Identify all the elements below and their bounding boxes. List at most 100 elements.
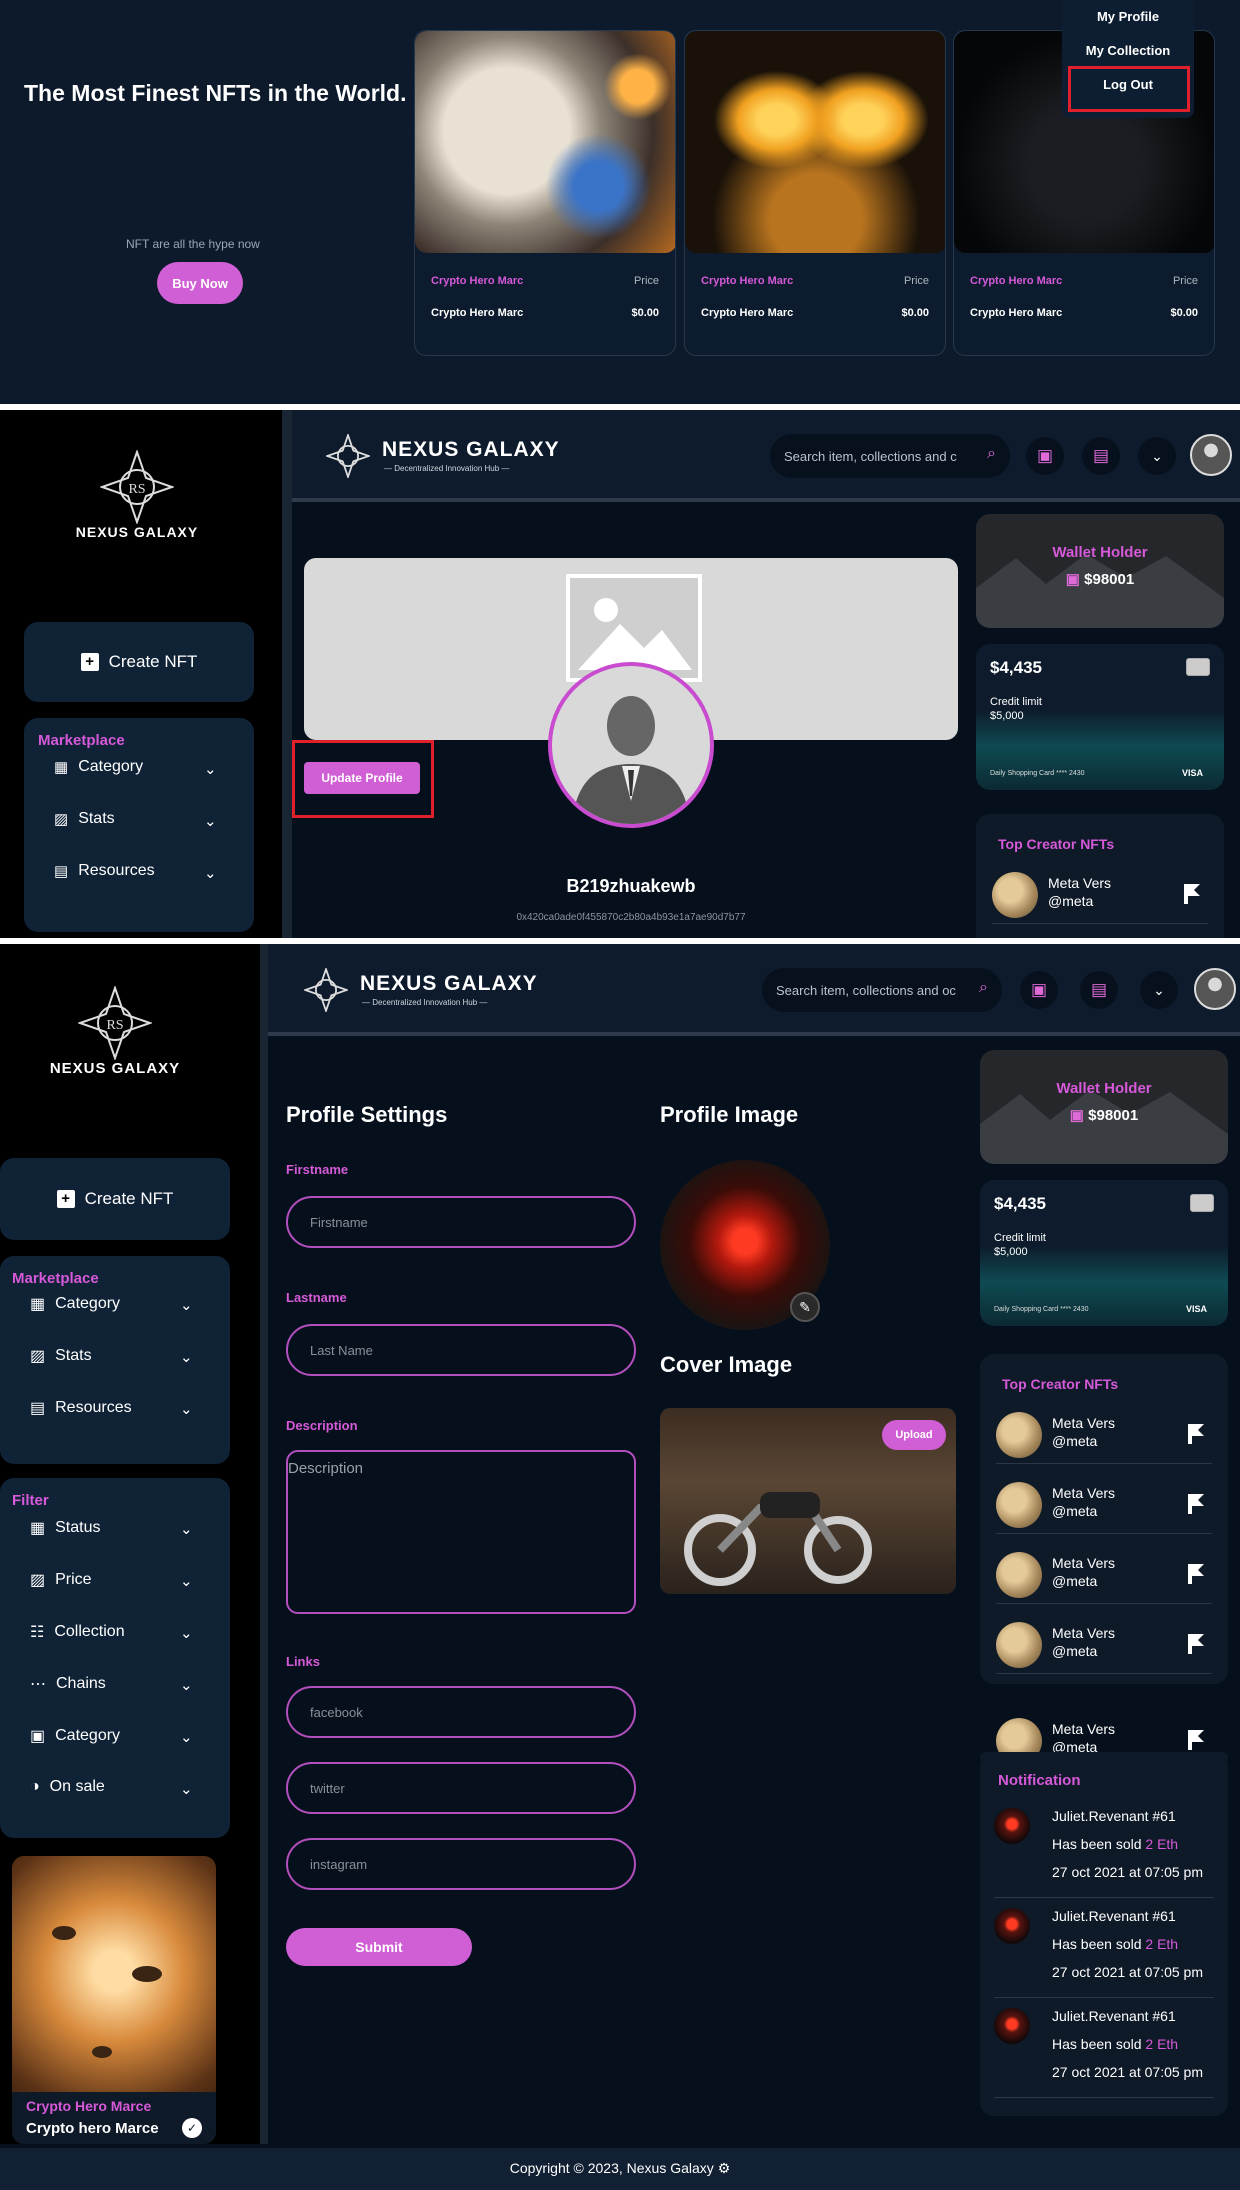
wallet-amount: ▣ $98001 <box>1065 571 1135 588</box>
creator-row[interactable]: Meta Vers @meta <box>996 1538 1212 1604</box>
chevron-down-icon[interactable]: ⌄ <box>204 760 217 778</box>
bookmark-icon[interactable] <box>1186 1492 1206 1514</box>
notification-avatar <box>994 1808 1030 1844</box>
chevron-down-icon[interactable]: ⌄ <box>180 1296 193 1314</box>
menu-my-collection[interactable]: My Collection <box>1062 43 1194 58</box>
instagram-field[interactable]: instagram <box>286 1838 636 1890</box>
create-nft-button[interactable]: + Create NFT <box>24 622 254 702</box>
card-balance: $4,435 <box>990 658 1042 677</box>
chevron-down-icon[interactable]: ⌄ <box>204 812 217 830</box>
twitter-field[interactable]: twitter <box>286 1762 636 1814</box>
sidebar-item-resources[interactable]: ▤ Resources <box>54 862 155 880</box>
chevron-down-icon[interactable]: ⌄ <box>204 864 217 882</box>
chart-icon: ▨ <box>54 811 69 828</box>
settings-panel: RS NEXUS GALAXY + Create NFT Marketplace… <box>0 944 1240 2190</box>
creator-row[interactable]: Meta Vers @meta <box>996 1398 1212 1464</box>
chevron-down-icon[interactable]: ⌄ <box>180 1676 193 1694</box>
search-input[interactable]: Search item, collections and oc ⌕ <box>762 968 1002 1012</box>
wallet-title: Wallet Holder <box>1052 544 1148 561</box>
nexus-logo-icon: RS <box>78 986 152 1060</box>
bookmark-icon[interactable] <box>1186 1728 1206 1750</box>
bag-icon: ▣ <box>30 1728 46 1745</box>
wallet-icon: ▣ <box>1065 571 1085 588</box>
sidebar-item-category[interactable]: ▦ Category <box>30 1294 120 1314</box>
hero-title: The Most Finest NFTs in the World. <box>24 80 407 106</box>
ticket-icon[interactable]: ▣ <box>1026 437 1064 475</box>
upload-button[interactable]: Upload <box>882 1420 946 1450</box>
avatar[interactable] <box>1190 434 1232 476</box>
filter-title: Filter <box>12 1492 49 1509</box>
submit-button[interactable]: Submit <box>286 1928 472 1966</box>
settings-icon[interactable]: ⚙ <box>718 2160 731 2176</box>
bookmark-icon[interactable] <box>1186 1562 1206 1584</box>
sidebar-item-stats[interactable]: ▨ Stats <box>30 1346 92 1366</box>
store-icon[interactable]: ▤ <box>1080 971 1118 1009</box>
ticket-icon[interactable]: ▣ <box>1020 971 1058 1009</box>
filter-item-collection[interactable]: ☷ Collection <box>30 1622 125 1642</box>
chevron-down-icon[interactable]: ⌄ <box>180 1728 193 1746</box>
chevron-down-icon[interactable]: ⌄ <box>1140 971 1178 1009</box>
lastname-field[interactable]: Last Name <box>286 1324 636 1376</box>
nft-card-owner: Crypto Hero Marc <box>970 307 1063 319</box>
sidebar-item-category[interactable]: ▦ Category <box>54 758 143 776</box>
creator-row[interactable]: Meta Vers @meta <box>992 858 1208 924</box>
cover-image[interactable]: Upload <box>660 1408 956 1594</box>
search-icon[interactable]: ⌕ <box>979 979 988 997</box>
filter-item-category[interactable]: ▣ Category <box>30 1726 120 1746</box>
avatar[interactable] <box>1194 968 1236 1010</box>
creator-row[interactable]: Meta Vers @meta <box>996 1468 1212 1534</box>
chevron-down-icon[interactable]: ⌄ <box>180 1572 193 1590</box>
description-field[interactable]: Description <box>286 1450 636 1614</box>
sidebar-item-stats[interactable]: ▨ Stats <box>54 810 115 828</box>
notification-item[interactable]: Juliet.Revenant #61 Has been sold 2 Eth … <box>994 1798 1214 1898</box>
links-label: Links <box>286 1654 320 1669</box>
verified-icon: ✓ <box>182 2118 202 2138</box>
nft-card[interactable]: Crypto Hero Marc Price Crypto Hero Marc $0… <box>684 30 946 356</box>
chevron-down-icon[interactable]: ⌄ <box>180 1348 193 1366</box>
wallet-address: 0x420ca0ade0f455870c2b80a4b93e1a7ae90d7b… <box>516 912 746 923</box>
chevron-down-icon[interactable]: ⌄ <box>1138 437 1176 475</box>
marketplace-section: Marketplace ▦ Category ⌄ ▨ Stats ⌄ ▤ Resour… <box>0 1256 230 1464</box>
profile-avatar[interactable] <box>548 662 714 828</box>
creator-row[interactable] <box>996 1678 1212 1684</box>
chevron-down-icon[interactable]: ⌄ <box>180 1400 193 1418</box>
create-nft-button[interactable]: + Create NFT <box>0 1158 230 1240</box>
create-nft-label: Create NFT <box>108 652 198 671</box>
chevron-down-icon[interactable]: ⌄ <box>180 1780 193 1798</box>
facebook-field[interactable]: facebook <box>286 1686 636 1738</box>
bookmark-icon[interactable] <box>1182 882 1202 904</box>
notification-item[interactable]: Juliet.Revenant #61 Has been sold 2 Eth … <box>994 1898 1214 1998</box>
nft-image-skull <box>415 31 675 253</box>
search-icon[interactable]: ⌕ <box>987 445 996 463</box>
chevron-down-icon[interactable]: ⌄ <box>180 1520 193 1538</box>
motorcycle-image <box>684 1492 872 1586</box>
nft-card[interactable]: Crypto Hero Marc Price Crypto Hero Marc $0… <box>414 30 676 356</box>
filter-item-price[interactable]: ▨ Price <box>30 1570 92 1590</box>
promo-title: Crypto Hero Marce <box>26 2098 152 2114</box>
dots-icon: ⋯ <box>30 1676 46 1693</box>
notification-item[interactable]: Juliet.Revenant #61 Has been sold 2 Eth … <box>994 1998 1214 2098</box>
bookmark-icon[interactable] <box>1186 1632 1206 1654</box>
creator-row[interactable]: Meta Vers @meta <box>996 1608 1212 1674</box>
highlight-box <box>292 740 434 818</box>
store-icon[interactable]: ▤ <box>1082 437 1120 475</box>
wallet-holder-card: Wallet Holder ▣ $98001 <box>976 514 1224 628</box>
bookmark-icon[interactable] <box>1186 1422 1206 1444</box>
chevron-down-icon[interactable]: ⌄ <box>180 1624 193 1642</box>
menu-my-profile[interactable]: My Profile <box>1062 9 1194 24</box>
filter-item-on-sale[interactable]: ◑ On sale <box>30 1778 105 1796</box>
card-chip-icon <box>1190 1194 1214 1212</box>
sidebar-item-resources[interactable]: ▤ Resources <box>30 1398 132 1418</box>
filter-section: Filter ▦ Status ⌄ ▨ Price ⌄ ☷ Collection ⌄ … <box>0 1478 230 1838</box>
promo-card[interactable]: Crypto Hero Marce Crypto hero Marce ✓ <box>12 1856 216 2144</box>
edit-pencil-icon[interactable]: ✎ <box>790 1292 820 1322</box>
firstname-field[interactable]: Firstname <box>286 1196 636 1248</box>
filter-item-chains[interactable]: ⋯ Chains <box>30 1674 106 1694</box>
buy-now-button[interactable]: Buy Now <box>157 262 243 304</box>
nft-price-label: Price <box>903 275 929 287</box>
nft-price-label: Price <box>633 275 659 287</box>
filter-item-status[interactable]: ▦ Status <box>30 1518 100 1538</box>
search-input[interactable]: Search item, collections and c ⌕ <box>770 434 1010 478</box>
nft-card-owner: Crypto Hero Marc <box>701 307 794 319</box>
nft-price-label: Price <box>1172 275 1198 287</box>
